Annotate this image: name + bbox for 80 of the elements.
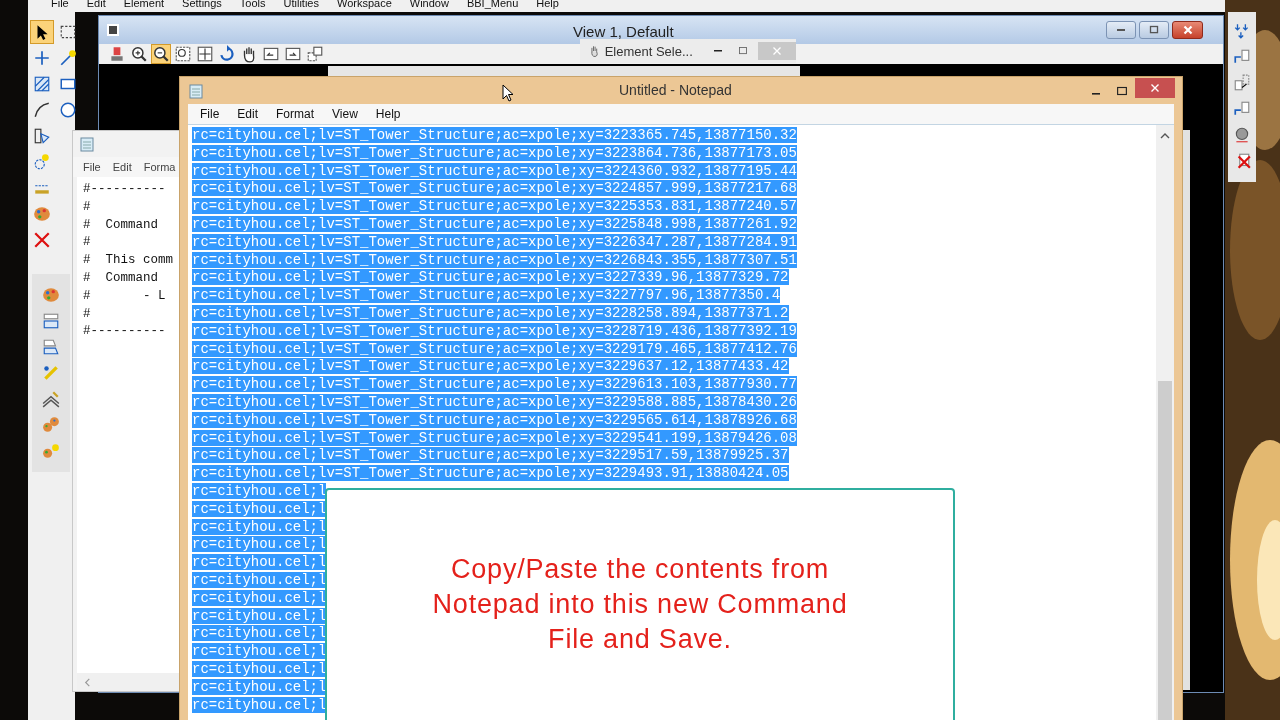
- bulb-icon: [33, 153, 51, 171]
- menu-item[interactable]: Format: [276, 104, 315, 124]
- text-line: #----------: [83, 323, 166, 341]
- text-line: # Command: [83, 270, 158, 287]
- menu-item[interactable]: Settings: [173, 0, 231, 12]
- rotate-icon: [218, 45, 236, 63]
- window-title: Untitled - Notepad: [619, 82, 732, 98]
- view-tool-button[interactable]: [151, 44, 171, 64]
- menu-item[interactable]: Workspace: [327, 0, 401, 12]
- roof-icon[interactable]: [42, 390, 60, 408]
- paint-icon: [108, 45, 126, 63]
- notepad-icon: [79, 136, 95, 152]
- menu-item[interactable]: View: [332, 104, 358, 124]
- menu-item[interactable]: File: [83, 157, 101, 177]
- panel-icon[interactable]: [42, 312, 60, 330]
- mouse-cursor-icon: [502, 84, 514, 102]
- view-tool-button[interactable]: [173, 44, 193, 64]
- cell-icon: [33, 127, 51, 145]
- text-line: # Command: [83, 216, 158, 234]
- minimize-button[interactable]: [1106, 21, 1136, 39]
- window-area-icon: [174, 45, 192, 63]
- line-bulb-icon: [59, 49, 77, 67]
- arc-icon: [33, 101, 51, 119]
- document-arrow-icon[interactable]: [1233, 48, 1251, 66]
- dialog-title: Element Sele...: [604, 43, 693, 59]
- tool-button[interactable]: [30, 20, 54, 44]
- minimize-icon: [713, 50, 722, 52]
- hand-icon: [588, 44, 601, 58]
- text-line: #: [83, 305, 91, 323]
- text-line: #----------: [83, 181, 166, 198]
- anchors-icon[interactable]: [1233, 22, 1251, 40]
- notepad-icon: [188, 82, 204, 99]
- minimize-icon: [1092, 92, 1100, 95]
- zoom-in-icon: [130, 45, 148, 63]
- menu-item[interactable]: Element: [114, 0, 174, 12]
- previous-view-icon: [262, 45, 280, 63]
- menu-item[interactable]: File: [200, 104, 220, 124]
- text-line: #: [83, 198, 91, 216]
- view-tool-button[interactable]: [217, 44, 237, 64]
- callout-text: Copy/Paste the contents from Notepad into this new Command File and Save.: [431, 553, 849, 656]
- menu-item[interactable]: File: [42, 0, 78, 12]
- window-title: View 1, Default: [573, 23, 674, 40]
- text-line: # This comm: [83, 252, 173, 270]
- scroll-up-icon: [1160, 131, 1170, 141]
- menu-item[interactable]: Edit: [112, 157, 132, 177]
- menu-item[interactable]: Help: [527, 0, 568, 12]
- maximize-button[interactable]: [1139, 21, 1169, 39]
- circle-icon: [59, 101, 77, 119]
- next-view-icon: [284, 45, 302, 63]
- scrollbar[interactable]: [1156, 125, 1174, 720]
- text-line: #: [83, 234, 91, 252]
- menu-item[interactable]: Window: [400, 0, 458, 12]
- window-icon: [107, 24, 119, 36]
- menu-item[interactable]: Edit: [77, 0, 115, 12]
- menu-item[interactable]: Help: [375, 104, 401, 124]
- close-button[interactable]: [1172, 21, 1203, 39]
- pencil-icon[interactable]: [42, 364, 60, 382]
- globe-icon[interactable]: [1233, 126, 1251, 144]
- menu-item[interactable]: Forma: [143, 157, 176, 177]
- scroll-left-icon: [83, 677, 92, 687]
- crosshair-icon: [33, 49, 51, 67]
- delete-icon: [33, 231, 51, 249]
- zoom-out-icon: [152, 45, 170, 63]
- menu-item[interactable]: BBI_Menu: [457, 0, 528, 12]
- palette-icon: [33, 205, 51, 223]
- hatch-icon: [33, 75, 51, 93]
- shapes-icon[interactable]: [42, 338, 60, 356]
- palette-icon[interactable]: [42, 286, 60, 304]
- menu-item[interactable]: Edit: [237, 104, 259, 124]
- menu-item[interactable]: Tools: [230, 0, 275, 12]
- dashed-rectangle-icon: [59, 23, 77, 41]
- minimize-icon: [1117, 29, 1125, 31]
- scroll-thumb[interactable]: [1158, 381, 1172, 720]
- view-tool-button[interactable]: [129, 44, 149, 64]
- document-arrow-icon[interactable]: [1233, 100, 1251, 118]
- documents-icon[interactable]: [1233, 74, 1251, 92]
- fit-view-icon: [196, 45, 214, 63]
- copy-view-icon: [306, 45, 324, 63]
- text-line: # - L: [83, 287, 166, 305]
- menu-item[interactable]: Utilities: [274, 0, 328, 12]
